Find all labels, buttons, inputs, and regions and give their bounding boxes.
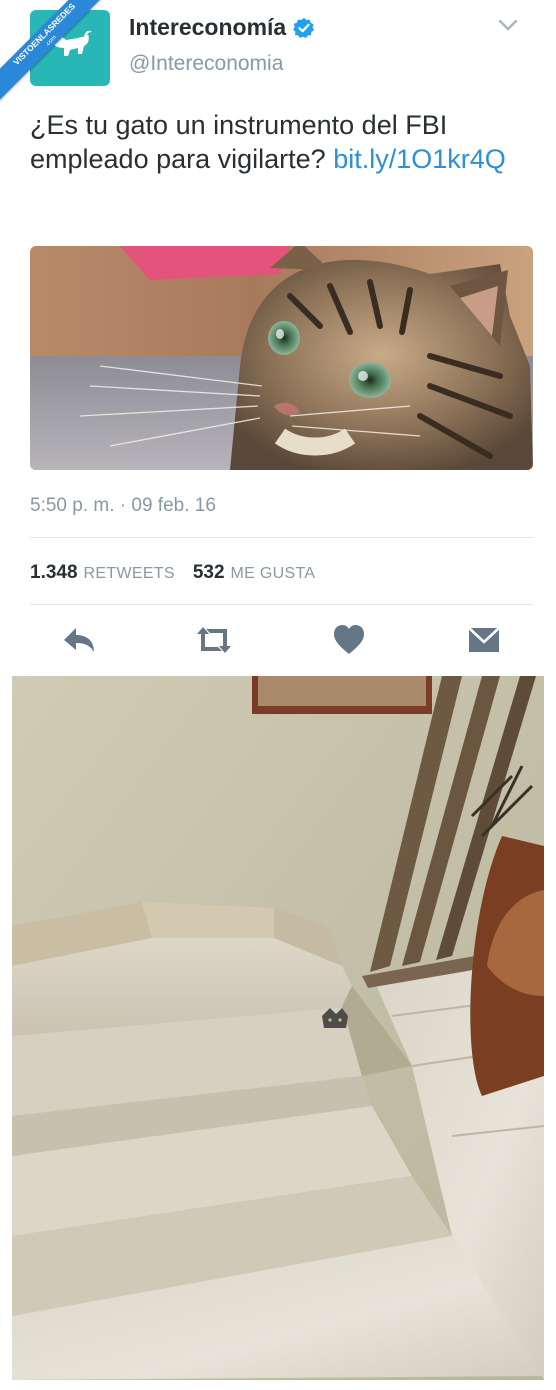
stairs-photo xyxy=(12,676,544,1380)
tweet-stats: 1.348 RETWEETS 532 ME GUSTA xyxy=(30,562,333,584)
cat-image xyxy=(30,246,533,470)
author-handle[interactable]: @Intereconomia xyxy=(129,52,283,76)
tweet-link[interactable]: bit.ly/1O1kr4Q xyxy=(333,144,506,174)
tweet-timestamp[interactable]: 5:50 p. m. · 09 feb. 16 xyxy=(30,495,216,517)
heart-icon[interactable] xyxy=(332,620,366,660)
envelope-icon[interactable] xyxy=(466,620,502,660)
retweets-count[interactable]: 1.348 xyxy=(30,562,78,584)
retweets-label[interactable]: RETWEETS xyxy=(84,565,175,583)
meme-frame: VISTOENLASREDES .com Intereconomía @Inte… xyxy=(0,0,556,1390)
tweet-text: ¿Es tu gato un instrumento del FBI emple… xyxy=(30,108,510,176)
likes-label[interactable]: ME GUSTA xyxy=(231,565,316,583)
retweet-icon[interactable] xyxy=(194,620,234,660)
divider xyxy=(30,537,533,538)
watermark-ribbon: VISTOENLASREDES .com xyxy=(0,0,110,105)
tweet-actions xyxy=(12,620,544,664)
likes-count[interactable]: 532 xyxy=(193,562,225,584)
divider xyxy=(30,604,533,605)
author-name-text: Intereconomía xyxy=(129,14,287,40)
watermark-text: VISTOENLASREDES xyxy=(11,1,78,68)
author-name[interactable]: Intereconomía xyxy=(129,14,315,41)
reply-icon[interactable] xyxy=(60,620,98,660)
watermark: VISTOENLASREDES .com xyxy=(0,0,110,110)
stairs-image xyxy=(12,676,544,1380)
chevron-down-icon[interactable] xyxy=(498,18,518,32)
cat-photo[interactable] xyxy=(30,246,533,470)
verified-badge-icon xyxy=(293,17,315,38)
